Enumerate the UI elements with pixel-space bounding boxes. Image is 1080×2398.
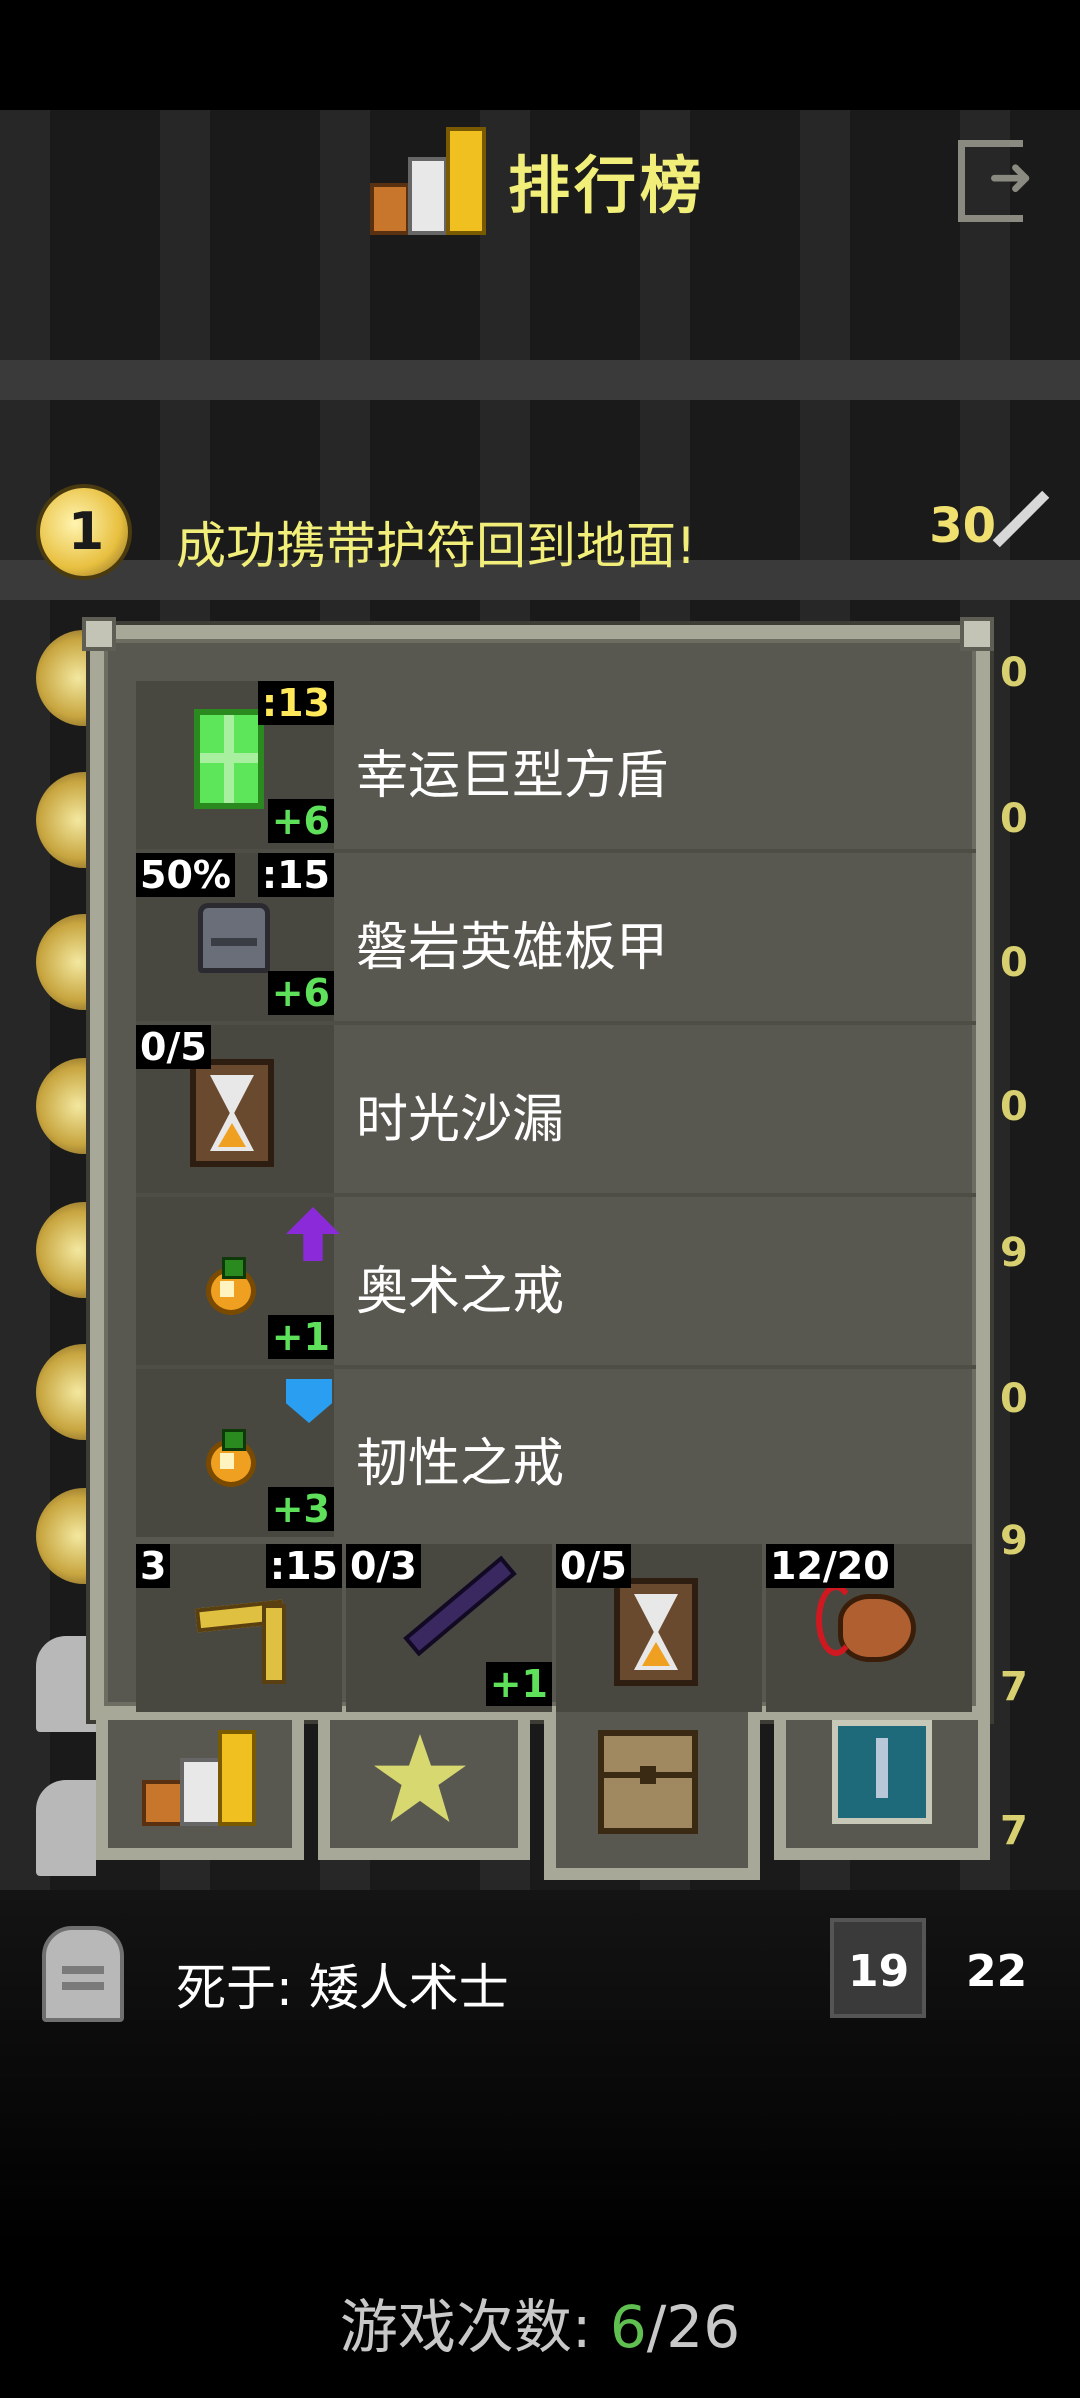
boomerang-icon [194, 1580, 296, 1684]
upgrade-level: +6 [267, 971, 334, 1015]
charge-count: 0/5 [136, 1025, 211, 1069]
rank-level: 7 [1000, 1808, 1028, 1854]
plate-armor-icon [198, 903, 270, 973]
charge-count: 0/3 [346, 1544, 421, 1588]
grave-icon[interactable] [36, 1780, 96, 1876]
tab-stats[interactable] [96, 1720, 304, 1860]
sword-icon [986, 484, 1056, 554]
charge-count: 12/20 [766, 1544, 894, 1588]
item-row[interactable]: 50% :15 +6 磐岩英雄板甲 [136, 853, 976, 1025]
rank-description: 成功携带护符回到地面! [176, 517, 697, 575]
item-name: 幸运巨型方盾 [356, 746, 669, 806]
defense-shield-icon [286, 1379, 332, 1423]
level-value: 22 [966, 1946, 1028, 1997]
rank-level: 7 [1000, 1664, 1028, 1710]
tab-items[interactable] [544, 1712, 760, 1880]
tab-badges[interactable] [318, 1720, 530, 1860]
item-name: 时光沙漏 [356, 1090, 565, 1150]
ring-icon [206, 1257, 256, 1315]
rank-level: 9 [1000, 1230, 1028, 1276]
upgrade-level: +1 [485, 1662, 552, 1706]
strength-requirement: :13 [257, 681, 334, 725]
upgrade-level: +1 [267, 1315, 334, 1359]
death-cause: 死于: 矮人术士 [176, 1959, 509, 2017]
item-slot[interactable]: +3 [136, 1369, 334, 1537]
upgrade-level: +6 [267, 799, 334, 843]
item-slot[interactable]: 50% :15 +6 [136, 853, 334, 1021]
item-name: 奥术之戒 [356, 1262, 565, 1322]
hourglass-icon [190, 1059, 274, 1167]
grave-icon [42, 1926, 124, 2022]
rank-badge-icon: 1 [36, 484, 132, 580]
star-icon [374, 1734, 466, 1822]
charge-count: 0/5 [556, 1544, 631, 1588]
bar-chart-icon [142, 1730, 256, 1826]
tab-journal[interactable] [774, 1720, 990, 1860]
durability-percent: 50% [136, 853, 235, 897]
rank-level: 0 [1000, 1084, 1028, 1130]
rank-level: 0 [1000, 650, 1028, 696]
quickslot[interactable]: 0/3 +1 [346, 1544, 552, 1712]
hourglass-icon [614, 1578, 698, 1686]
bar-chart-icon [370, 125, 488, 235]
quickslot[interactable]: 12/20 [766, 1544, 972, 1712]
item-row[interactable]: 0/5 时光沙漏 [136, 1025, 976, 1197]
dialog-corner [960, 617, 994, 651]
tower-shield-icon [194, 709, 264, 809]
item-slot[interactable]: +1 [136, 1197, 340, 1365]
rank-entry-1[interactable]: 1 成功携带护符回到地面! 30 [36, 484, 1056, 584]
backpack-icon [598, 1730, 698, 1834]
hero-items-dialog: :13 +6 幸运巨型方盾 50% :15 +6 磐岩英雄板甲 0/5 时光沙漏… [90, 625, 990, 1720]
item-row[interactable]: :13 +6 幸运巨型方盾 [136, 681, 976, 853]
status-bar [0, 0, 1080, 110]
page-header: 排行榜 [370, 120, 706, 240]
item-name: 韧性之戒 [356, 1434, 565, 1494]
stack-count: 3 [136, 1544, 171, 1588]
dialog-corner [82, 617, 116, 651]
strength-requirement: :15 [257, 853, 334, 897]
buff-arrow-icon [286, 1207, 340, 1261]
rank-entry-grave[interactable]: 死于: 矮人术士 19 22 [36, 1918, 1056, 2026]
item-row[interactable]: +3 韧性之戒 [136, 1369, 976, 1537]
games-played: 游戏次数: 6/26 [339, 2293, 741, 2361]
strength-requirement: :15 [265, 1544, 342, 1588]
ring-icon [206, 1429, 256, 1487]
quickslot-bar: 3 :15 0/3 +1 0/5 12/20 [136, 1544, 976, 1712]
upgrade-level: +3 [267, 1487, 334, 1531]
journal-icon [832, 1720, 932, 1824]
grave-icon[interactable] [36, 1636, 96, 1732]
rank-level: 0 [1000, 796, 1028, 842]
page-title: 排行榜 [508, 149, 707, 222]
exit-door-icon[interactable]: ➜ [958, 140, 1048, 222]
horn-pouch-icon [816, 1584, 916, 1668]
item-slot[interactable]: :13 +6 [136, 681, 334, 849]
item-slot[interactable]: 0/5 [136, 1025, 334, 1193]
item-name: 磐岩英雄板甲 [356, 918, 669, 978]
item-row[interactable]: +1 奥术之戒 [136, 1197, 976, 1369]
quickslot[interactable]: 0/5 [556, 1544, 762, 1712]
background-ledge [0, 360, 1080, 400]
rank-level: 9 [1000, 1518, 1028, 1564]
depth-value: 19 [848, 1946, 910, 1997]
quickslot[interactable]: 3 :15 [136, 1544, 342, 1712]
rank-level: 0 [1000, 1376, 1028, 1422]
rank-level: 0 [1000, 940, 1028, 986]
